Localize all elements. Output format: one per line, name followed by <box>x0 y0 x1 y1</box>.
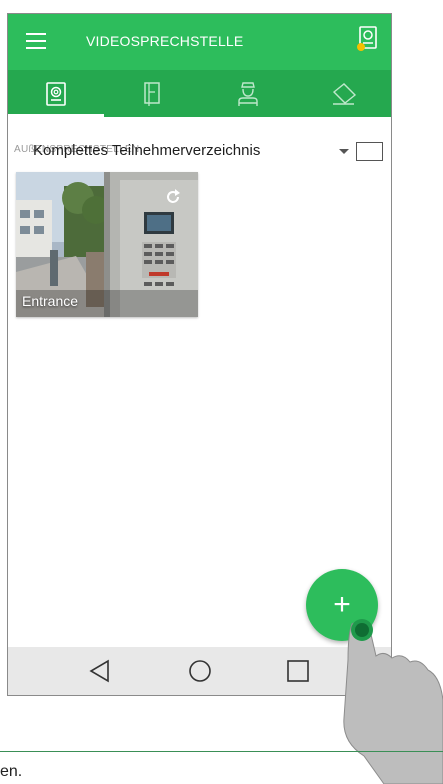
select-all-checkbox[interactable] <box>356 142 383 161</box>
tab-doors[interactable] <box>104 70 200 117</box>
hamburger-menu-icon[interactable] <box>26 33 46 49</box>
camera-icon <box>332 82 357 105</box>
station-card[interactable]: Entrance <box>16 172 198 317</box>
video-door-station-icon <box>46 81 66 106</box>
app-bar: VIDEOSPRECHSTELLE <box>8 14 391 70</box>
tab-concierge[interactable] <box>200 70 296 117</box>
recents-square-icon[interactable] <box>278 655 318 687</box>
footer-text: en. <box>0 763 23 780</box>
door-icon <box>144 81 160 106</box>
divider-line <box>0 751 443 752</box>
refresh-icon[interactable] <box>164 188 182 206</box>
concierge-icon <box>238 81 258 106</box>
back-triangle-icon[interactable] <box>81 655 121 687</box>
home-circle-icon[interactable] <box>180 655 220 687</box>
pointing-hand-illustration <box>343 619 443 784</box>
phone-frame: VIDEOSPRECHSTELLE AUßENSPRECHSTELLEN Kom… <box>7 13 392 696</box>
chevron-down-icon[interactable] <box>339 149 349 154</box>
tab-bar <box>8 70 391 117</box>
station-label: Entrance <box>22 293 79 309</box>
tab-cameras[interactable] <box>296 70 391 117</box>
door-station-icon[interactable] <box>357 26 379 52</box>
app-title: VIDEOSPRECHSTELLE <box>86 33 244 49</box>
station-filter: AUßENSPRECHSTELLEN Komplettes Teilnehmer… <box>8 138 391 168</box>
directory-select[interactable]: Komplettes Teilnehmerverzeichnis <box>33 142 260 159</box>
tab-door-stations[interactable] <box>8 70 104 117</box>
